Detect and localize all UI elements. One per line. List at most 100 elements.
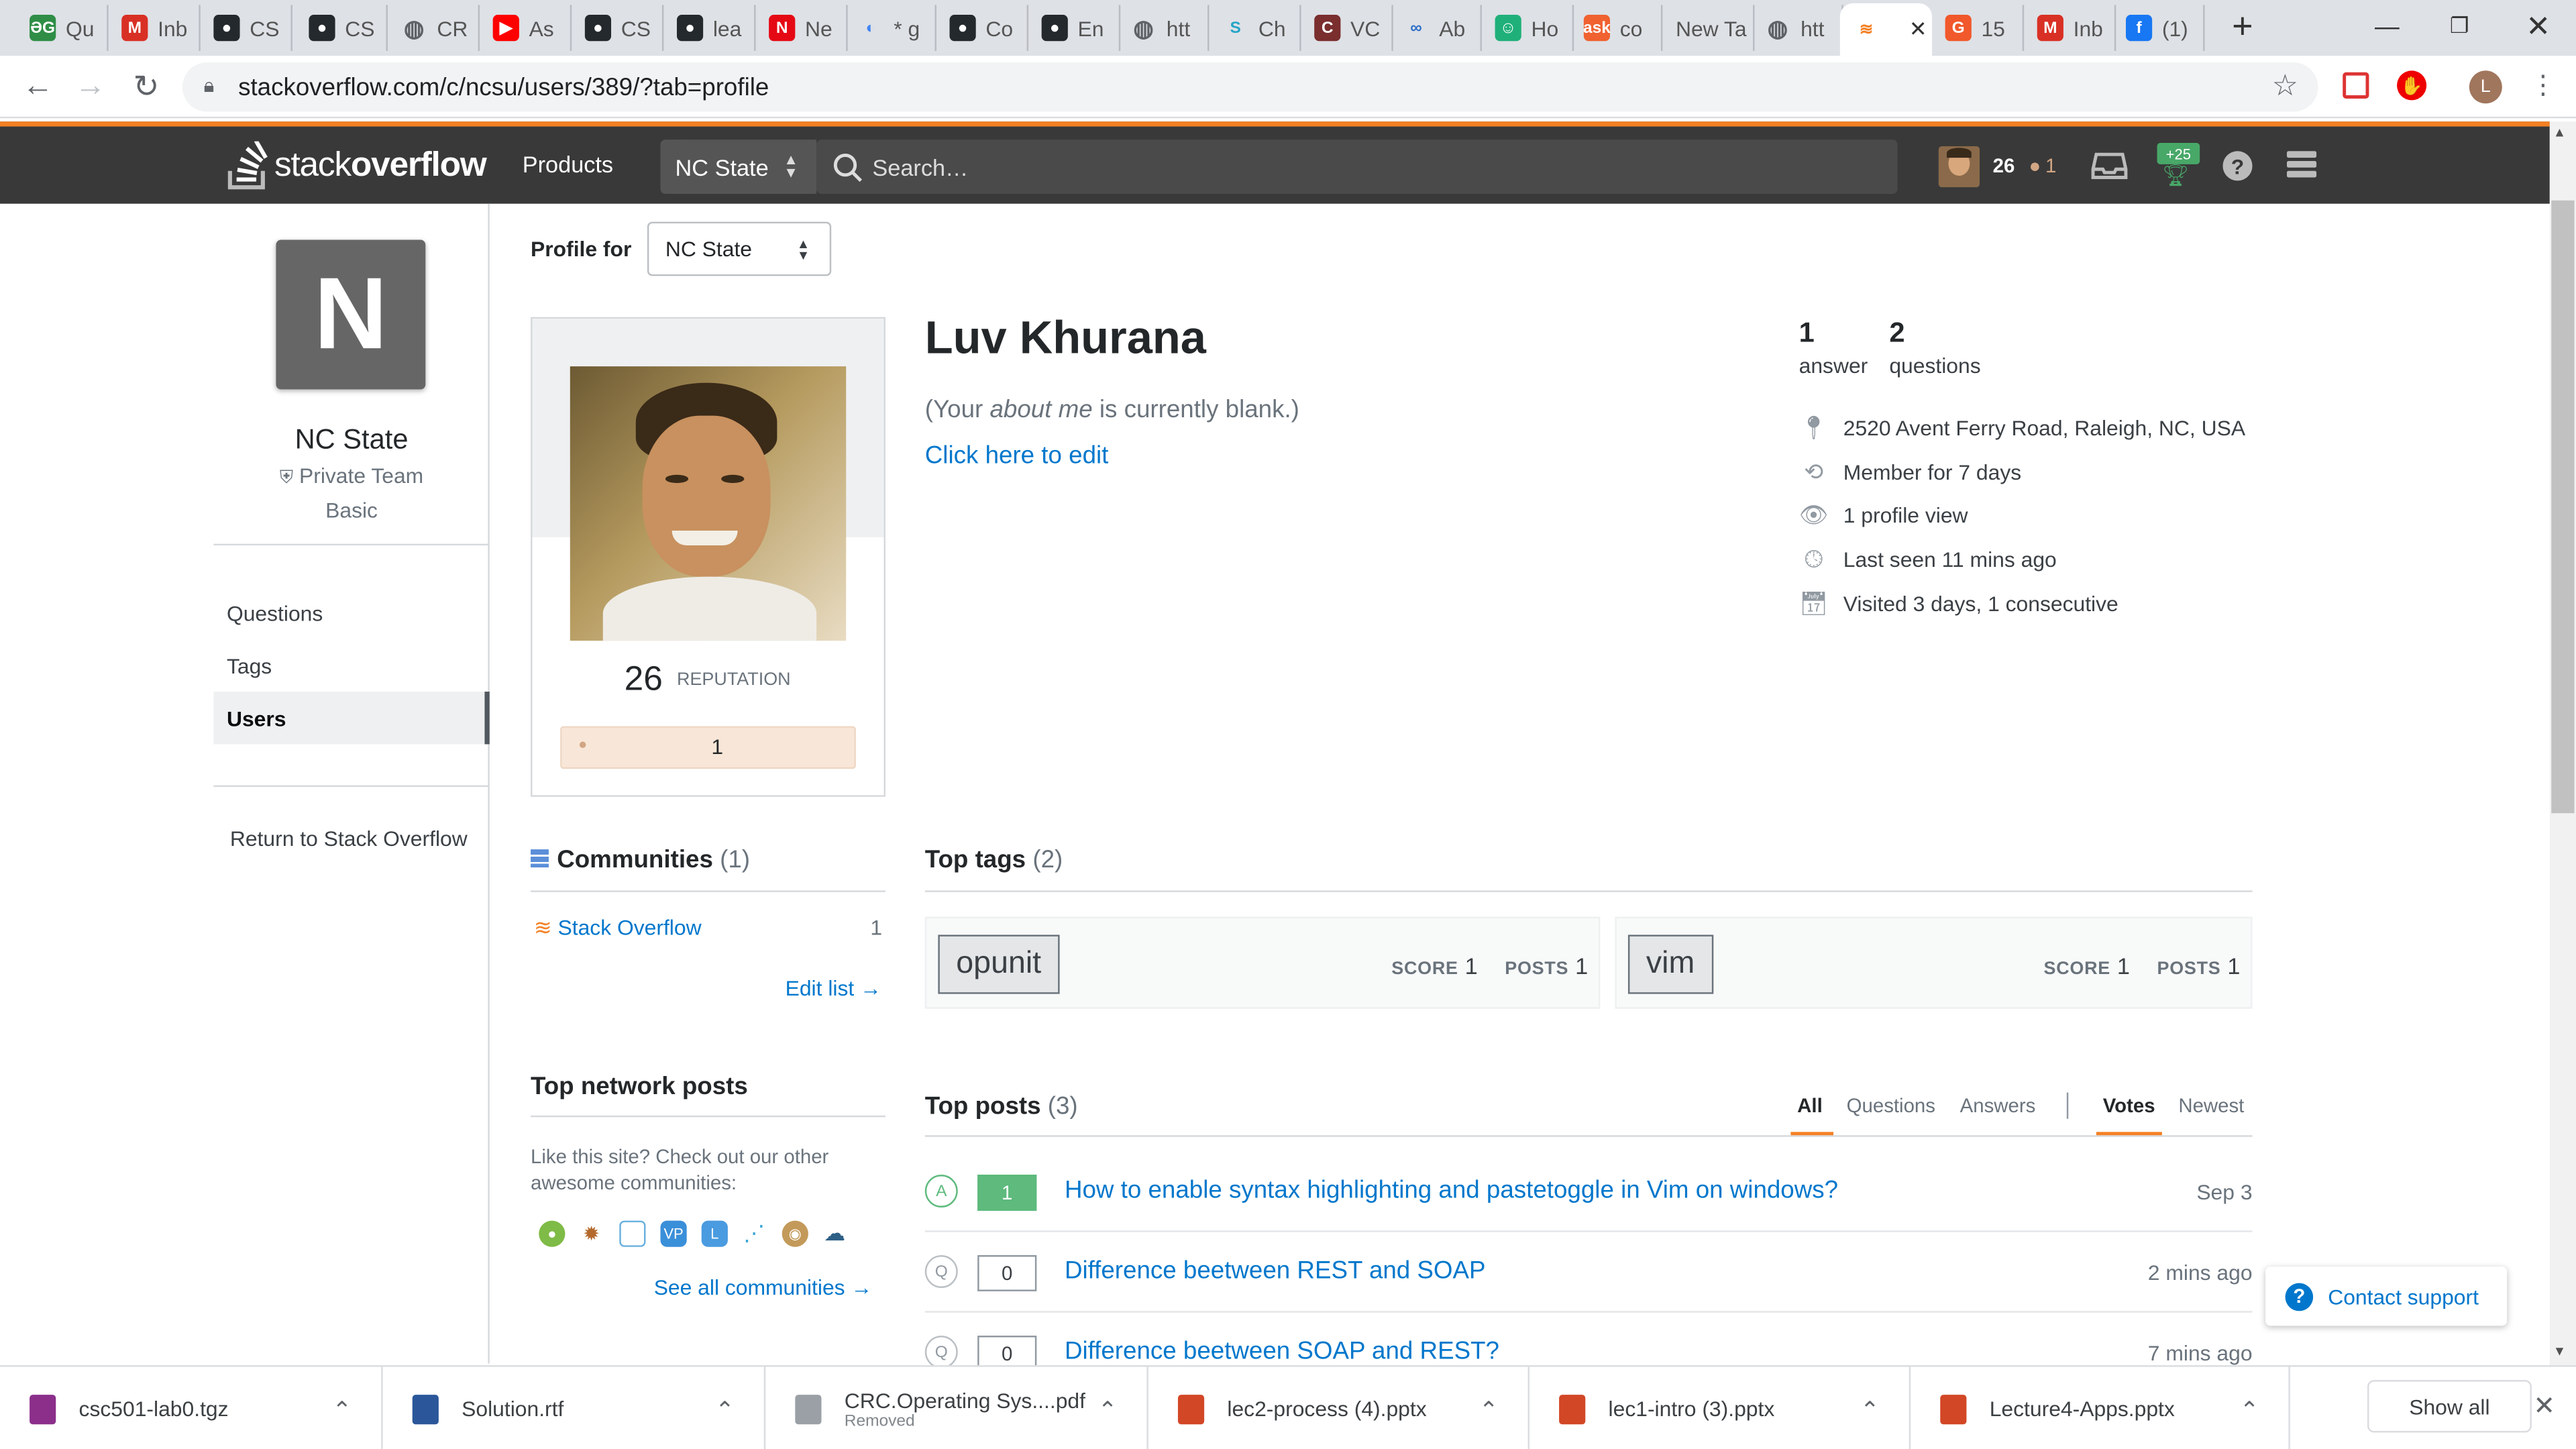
browser-tab[interactable]: ● En xyxy=(1028,5,1121,51)
browser-tab[interactable]: ● lea xyxy=(663,5,756,51)
inbox-icon[interactable] xyxy=(2091,151,2128,180)
network-community-icon[interactable]: ⋰ xyxy=(741,1221,767,1247)
profile-for-select[interactable]: NC State ▲ ▼ xyxy=(647,221,832,276)
browser-tab[interactable]: G 15 xyxy=(1932,5,2025,51)
android-community-icon[interactable]: ● xyxy=(539,1220,566,1247)
back-icon[interactable]: ← xyxy=(16,67,59,107)
chat-community-icon[interactable] xyxy=(619,1220,646,1247)
browser-tab[interactable]: ∞ Ab xyxy=(1390,5,1482,51)
reload-icon[interactable]: ↻ xyxy=(125,67,168,107)
filter-all-tab[interactable]: All xyxy=(1797,1094,1823,1117)
nav-tags[interactable]: Tags xyxy=(213,639,489,692)
browser-tab[interactable]: ƏG Qu xyxy=(16,5,109,51)
bookmark-star-icon[interactable]: ☆ xyxy=(2272,69,2299,103)
scrollbar-thumb[interactable] xyxy=(2551,200,2575,814)
browser-tab[interactable]: ◍ htt xyxy=(1752,5,1843,51)
return-to-stackoverflow-link[interactable]: Return to Stack Overflow xyxy=(213,812,489,864)
products-menu[interactable]: Products xyxy=(523,151,613,177)
browser-tab[interactable]: ● CS xyxy=(572,5,664,51)
download-item[interactable]: CRC.Operating Sys....pdf Removed ⌃ xyxy=(765,1366,1148,1449)
tab-active[interactable]: ≋ ✕ xyxy=(1839,3,1933,56)
chevron-up-icon[interactable]: ⌃ xyxy=(2240,1397,2259,1425)
browser-tab[interactable]: New Ta xyxy=(1662,5,1755,51)
contact-support-button[interactable]: ? Contact support xyxy=(2265,1267,2508,1326)
tag-badge[interactable]: vim xyxy=(1627,934,1713,994)
achievements-icon[interactable]: 🏆︎ xyxy=(2162,162,2189,189)
address-bar[interactable]: 🔒︎ stackoverflow.com/c/ncsu/users/389/?t… xyxy=(182,62,2318,112)
top-tags-heading: Top tags (2) xyxy=(925,846,1063,874)
user-display-name: Luv Khurana xyxy=(924,312,1206,364)
download-item[interactable]: lec1-intro (3).pptx ⌃ xyxy=(1529,1366,1911,1449)
browser-tab[interactable]: ● Co xyxy=(936,5,1029,51)
browser-tab[interactable]: ◍ htt xyxy=(1117,5,1210,51)
browser-tab[interactable]: ◍ CR xyxy=(388,5,480,51)
help-icon[interactable]: ? xyxy=(2222,151,2253,181)
chevron-up-icon[interactable]: ⌃ xyxy=(1479,1397,1499,1425)
see-all-communities-link[interactable]: See all communities → xyxy=(654,1275,873,1299)
scroll-down-arrow-icon[interactable]: ▼ xyxy=(2553,1344,2566,1358)
tab-title: En xyxy=(1077,15,1104,41)
vp-community-icon[interactable]: VP xyxy=(660,1220,687,1247)
nav-users[interactable]: Users xyxy=(213,692,490,745)
filter-answers-tab[interactable]: Answers xyxy=(1960,1094,2036,1117)
new-tab-button[interactable]: + xyxy=(2205,0,2281,52)
chevron-up-icon[interactable]: ⌃ xyxy=(1860,1397,1880,1425)
search-input[interactable]: Search… xyxy=(816,140,1898,194)
browser-tab[interactable]: ask co xyxy=(1570,5,1663,51)
scroll-up-arrow-icon[interactable]: ▲ xyxy=(2553,125,2566,140)
download-item[interactable]: csc501-lab0.tgz ⌃ xyxy=(0,1366,383,1449)
sort-newest-tab[interactable]: Newest xyxy=(2178,1094,2244,1117)
page-scrollbar[interactable]: ▲ ▼ xyxy=(2549,121,2576,1366)
browser-tab[interactable]: ☺ Ho xyxy=(1482,5,1574,51)
post-title-link[interactable]: Difference beetween SOAP and REST? xyxy=(1065,1337,1499,1365)
user-avatar[interactable] xyxy=(1938,146,1980,188)
chrome-menu-icon[interactable]: ⋮ xyxy=(2530,69,2556,102)
download-item[interactable]: lec2-process (4).pptx ⌃ xyxy=(1148,1366,1530,1449)
team-selector[interactable]: NC State ▲ ▼ xyxy=(660,140,817,194)
edit-profile-link[interactable]: Click here to edit xyxy=(925,442,1109,470)
browser-tab[interactable]: N Ne xyxy=(756,5,848,51)
browser-tab[interactable]: M Inb xyxy=(109,5,201,51)
chevron-up-icon[interactable]: ⌃ xyxy=(1098,1397,1118,1425)
chevron-up-icon[interactable]: ⌃ xyxy=(332,1397,352,1425)
close-tab-icon[interactable]: ✕ xyxy=(1909,16,1927,42)
l-community-icon[interactable]: L xyxy=(701,1220,728,1247)
file-icon xyxy=(412,1393,439,1424)
chrome-profile-avatar[interactable]: L xyxy=(2469,70,2502,104)
chevron-up-icon[interactable]: ⌃ xyxy=(715,1397,735,1425)
forward-icon[interactable]: → xyxy=(69,67,112,107)
browser-tab[interactable]: M Inb xyxy=(2024,5,2116,51)
filter-questions-tab[interactable]: Questions xyxy=(1847,1094,1935,1117)
minimize-button[interactable]: — xyxy=(2349,0,2425,52)
tag-badge[interactable]: opunit xyxy=(938,934,1060,994)
browser-tab[interactable]: ● CS xyxy=(296,5,388,51)
bugs-community-icon[interactable]: ✹ xyxy=(578,1221,604,1247)
sort-votes-tab[interactable]: Votes xyxy=(2103,1094,2155,1117)
community-name[interactable]: Stack Overflow xyxy=(558,915,702,940)
window-close-button[interactable]: ✕ xyxy=(2500,0,2576,52)
cloud-community-icon[interactable]: ☁ xyxy=(821,1221,847,1247)
restore-button[interactable]: ❐ xyxy=(2422,0,2498,52)
browser-tab[interactable]: C VC xyxy=(1301,5,1393,51)
nav-questions[interactable]: Questions xyxy=(213,586,489,639)
site-switcher-icon[interactable] xyxy=(2286,151,2317,179)
camera-community-icon[interactable]: ◉ xyxy=(782,1220,808,1247)
browser-tab[interactable]: f (1) xyxy=(2112,5,2205,51)
browser-tab[interactable]: ◐ * g xyxy=(845,5,936,51)
adblock-extension-icon[interactable]: ✋ xyxy=(2397,70,2427,101)
profile-views-text: 1 profile view xyxy=(1843,502,1968,527)
download-item[interactable]: Solution.rtf ⌃ xyxy=(383,1366,766,1449)
search-placeholder: Search… xyxy=(872,153,969,180)
pocket-extension-icon[interactable] xyxy=(2343,72,2369,99)
browser-tab[interactable]: S Ch xyxy=(1209,5,1301,51)
post-title-link[interactable]: Difference beetween REST and SOAP xyxy=(1065,1256,1486,1285)
so-logo[interactable]: stack overflow xyxy=(227,136,487,195)
close-downloads-icon[interactable]: ✕ xyxy=(2533,1390,2555,1423)
community-row[interactable]: ≋ Stack Overflow 1 xyxy=(534,915,885,941)
show-all-downloads-button[interactable]: Show all xyxy=(2367,1380,2532,1433)
post-title-link[interactable]: How to enable syntax highlighting and pa… xyxy=(1065,1176,1838,1204)
browser-tab[interactable]: ● CS xyxy=(201,5,292,51)
edit-communities-link[interactable]: Edit list → xyxy=(786,976,881,1001)
browser-tab[interactable]: ▶ As xyxy=(480,5,572,51)
download-item[interactable]: Lecture4-Apps.pptx ⌃ xyxy=(1911,1366,2290,1449)
